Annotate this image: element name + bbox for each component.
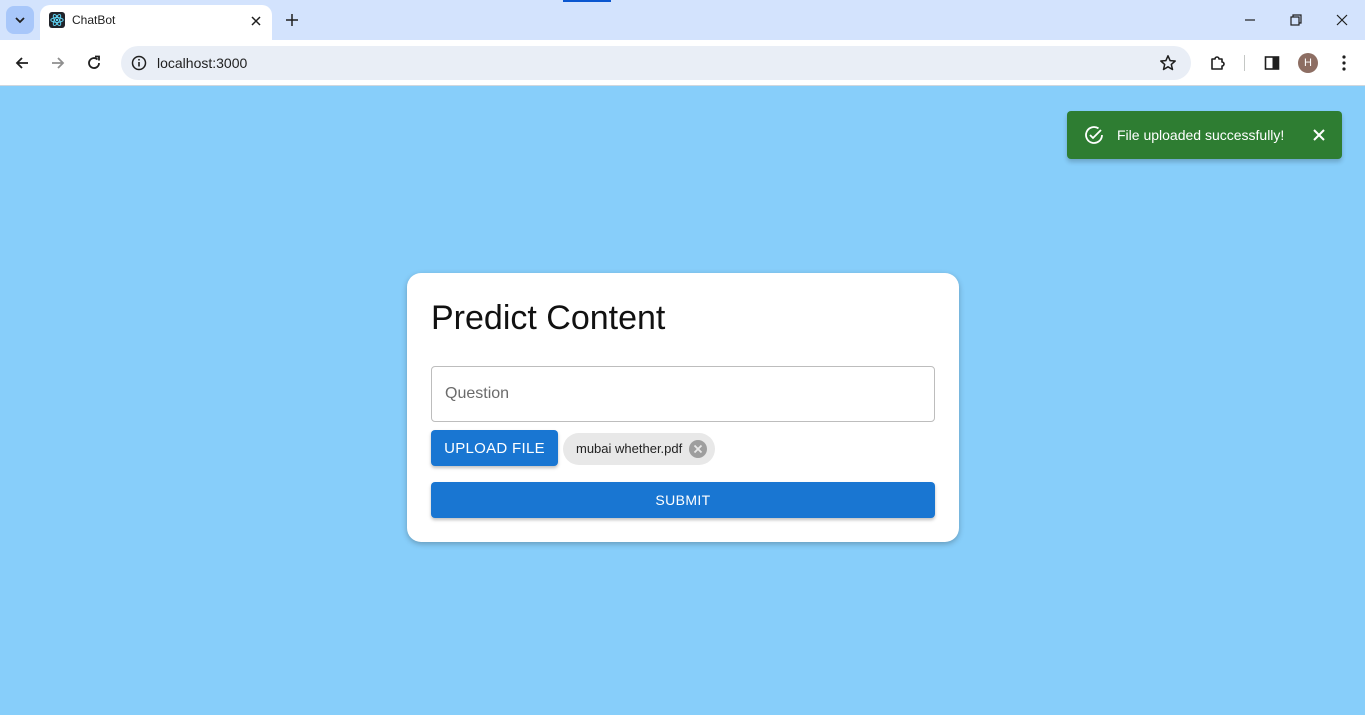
question-input[interactable] [431, 366, 935, 422]
minimize-icon [1245, 19, 1255, 21]
back-button[interactable] [8, 49, 36, 77]
success-toast: File uploaded successfully! [1067, 111, 1342, 159]
upload-file-button[interactable]: UPLOAD FILE [431, 430, 558, 466]
url-text: localhost:3000 [157, 55, 248, 71]
side-panel-icon [1264, 56, 1280, 70]
star-icon [1160, 55, 1176, 71]
address-bar[interactable]: localhost:3000 [121, 46, 1191, 80]
close-icon [1336, 14, 1348, 26]
close-window-button[interactable] [1319, 6, 1365, 34]
browser-tab-chatbot[interactable]: ChatBot [40, 5, 272, 40]
uploaded-file-chip: mubai whether.pdf [563, 433, 715, 465]
info-icon [131, 55, 147, 71]
tab-title: ChatBot [72, 13, 116, 27]
loading-indicator [563, 0, 611, 2]
submit-button[interactable]: SUBMIT [431, 482, 935, 518]
puzzle-icon [1211, 56, 1225, 70]
arrow-right-icon [52, 57, 65, 69]
file-name-label: mubai whether.pdf [576, 441, 683, 456]
forward-button[interactable] [44, 49, 72, 77]
close-icon [1313, 129, 1325, 141]
reload-button[interactable] [80, 49, 108, 77]
browser-toolbar: localhost:3000 H [0, 40, 1365, 86]
arrow-left-icon [15, 57, 28, 69]
restore-icon [1290, 14, 1302, 26]
tab-close-button[interactable] [246, 11, 266, 31]
extensions-button[interactable] [1204, 49, 1232, 77]
side-panel-button[interactable] [1258, 49, 1286, 77]
new-tab-button[interactable] [281, 9, 303, 31]
toolbar-divider [1244, 55, 1245, 71]
check-circle-icon [1085, 126, 1103, 144]
close-icon [251, 16, 261, 26]
react-icon [49, 12, 65, 28]
browser-tab-strip: ChatBot [0, 0, 1365, 40]
page-title: Predict Content [431, 299, 666, 337]
profile-avatar[interactable]: H [1298, 53, 1318, 73]
cancel-circle-icon[interactable] [688, 439, 708, 459]
reload-icon [88, 55, 100, 69]
toast-message: File uploaded successfully! [1117, 127, 1285, 143]
browser-menu-button[interactable] [1330, 49, 1358, 77]
restore-button[interactable] [1273, 6, 1319, 34]
site-info-button[interactable] [127, 51, 151, 75]
tab-search-button[interactable] [6, 6, 34, 34]
plus-icon [286, 14, 298, 26]
kebab-menu-icon [1342, 55, 1346, 71]
toast-close-button[interactable] [1309, 125, 1329, 145]
minimize-button[interactable] [1227, 6, 1273, 34]
predict-card: Predict Content UPLOAD FILE mubai whethe… [407, 273, 959, 542]
bookmark-button[interactable] [1157, 52, 1179, 74]
chevron-down-icon [15, 17, 25, 24]
